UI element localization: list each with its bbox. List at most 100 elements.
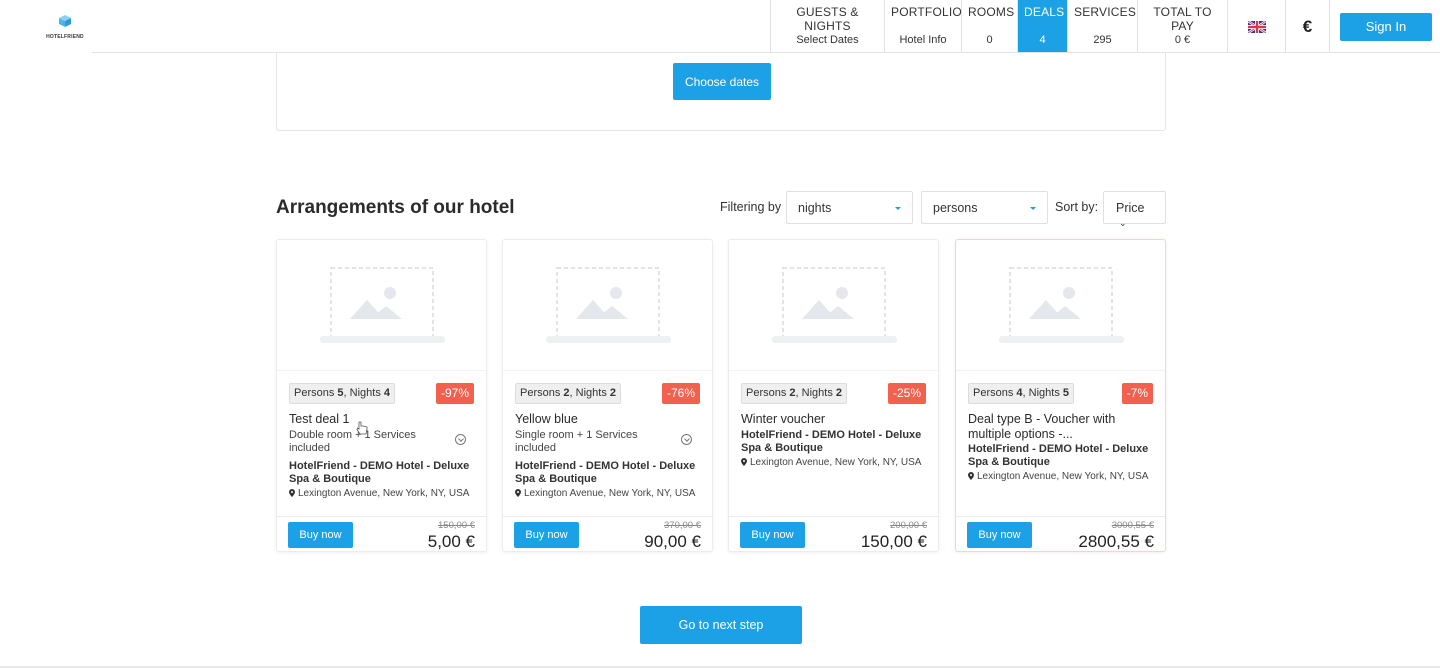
buy-now-button[interactable]: Buy now bbox=[514, 522, 579, 548]
discount-badge: -25% bbox=[887, 383, 926, 404]
deal-card[interactable]: Persons 2, Nights 2 -76% Yellow blue Sin… bbox=[502, 239, 713, 552]
deal-footer: Buy now 3000,55 € 2800,55 € bbox=[956, 516, 1165, 552]
deal-title[interactable]: Yellow blue bbox=[515, 412, 695, 427]
nav-label: SERVICES bbox=[1074, 5, 1137, 19]
deal-footer: Buy now 370,00 € 90,00 € bbox=[503, 516, 712, 552]
map-pin-icon bbox=[741, 458, 747, 466]
deal-title[interactable]: Winter voucher bbox=[741, 412, 921, 427]
sort-select-value: Price bbox=[1116, 201, 1145, 215]
nav-value: Hotel Info bbox=[899, 34, 947, 46]
old-price: 3000,55 € bbox=[1111, 520, 1154, 531]
nav-portfolio[interactable]: PORTFOLIO Hotel Info bbox=[884, 0, 962, 53]
hotel-name: HotelFriend - DEMO Hotel - Deluxe Spa & … bbox=[968, 443, 1149, 468]
nav-label: PORTFOLIO bbox=[891, 5, 962, 19]
map-pin-icon bbox=[515, 489, 521, 497]
expand-chevron-icon[interactable] bbox=[455, 434, 466, 445]
persons-filter-select[interactable]: persons bbox=[921, 191, 1048, 224]
map-pin-icon bbox=[968, 472, 974, 480]
persons-nights-tag: Persons 4, Nights 5 bbox=[968, 383, 1075, 404]
top-header: HOTELFRIEND GUESTS & NIGHTS Select Dates… bbox=[0, 0, 1440, 53]
deal-image-placeholder bbox=[503, 240, 712, 371]
nav-guests-nights[interactable]: GUESTS & NIGHTS Select Dates bbox=[770, 0, 884, 53]
hotel-name: HotelFriend - DEMO Hotel - Deluxe Spa & … bbox=[289, 460, 470, 485]
buy-now-button[interactable]: Buy now bbox=[740, 522, 805, 548]
old-price: 200,00 € bbox=[890, 520, 927, 531]
uk-flag-icon bbox=[1247, 20, 1266, 33]
filter-label: Filtering by bbox=[720, 200, 782, 214]
nights-select-value: nights bbox=[798, 201, 832, 215]
image-placeholder-icon bbox=[546, 267, 671, 343]
persons-nights-tag: Persons 2, Nights 2 bbox=[515, 383, 622, 404]
logo-text: HOTELFRIEND bbox=[46, 34, 84, 40]
chevron-down-icon: ⌄ bbox=[1119, 218, 1127, 228]
nav-value: 0 bbox=[986, 34, 993, 46]
deal-card[interactable]: Persons 5, Nights 4 -97% Test deal 1 Dou… bbox=[276, 239, 487, 552]
deal-footer: Buy now 200,00 € 150,00 € bbox=[729, 516, 938, 552]
deal-footer: Buy now 150,00 € 5,00 € bbox=[277, 516, 486, 552]
hotel-name: HotelFriend - DEMO Hotel - Deluxe Spa & … bbox=[515, 460, 696, 485]
expand-chevron-icon[interactable] bbox=[681, 434, 692, 445]
deal-title[interactable]: Test deal 1 bbox=[289, 412, 469, 427]
euro-icon: € bbox=[1302, 16, 1313, 36]
cube-logo-icon bbox=[59, 15, 71, 27]
nav-rooms[interactable]: ROOMS 0 bbox=[961, 0, 1017, 53]
nav-label: ROOMS bbox=[968, 5, 1015, 19]
image-placeholder-icon bbox=[320, 267, 445, 343]
nav-value: 0 € bbox=[1174, 34, 1191, 46]
deal-price: 5,00 € bbox=[427, 532, 475, 551]
nav-services[interactable]: SERVICES 295 bbox=[1067, 0, 1137, 53]
deal-price: 2800,55 € bbox=[1078, 532, 1154, 551]
currency-selector[interactable]: € bbox=[1285, 0, 1329, 53]
section-title: Arrangements of our hotel bbox=[276, 197, 515, 218]
discount-badge: -7% bbox=[1121, 383, 1153, 404]
nav-deals[interactable]: DEALS 4 bbox=[1017, 0, 1067, 53]
hand-cursor-icon bbox=[356, 421, 368, 435]
old-price: 150,00 € bbox=[438, 520, 475, 531]
sort-label: Sort by: bbox=[1055, 200, 1099, 214]
deal-image-placeholder bbox=[729, 240, 938, 371]
deal-description: Double room + 1 Services included bbox=[289, 429, 416, 454]
deal-price: 150,00 € bbox=[860, 532, 927, 551]
dates-panel: Choose dates bbox=[276, 53, 1166, 131]
hotel-address: Lexington Avenue, New York, NY, USA bbox=[968, 471, 1163, 483]
nav-label: GUESTS & NIGHTS bbox=[796, 5, 859, 33]
deal-card[interactable]: Persons 4, Nights 5 -7% Deal type B - Vo… bbox=[955, 239, 1166, 552]
caret-down-icon bbox=[1030, 207, 1036, 210]
discount-badge: -76% bbox=[661, 383, 700, 404]
image-placeholder-icon bbox=[772, 267, 897, 343]
caret-down-icon bbox=[895, 207, 901, 210]
discount-badge: -97% bbox=[435, 383, 474, 404]
nav-value: 295 bbox=[1093, 34, 1112, 46]
deal-title[interactable]: Deal type B - Voucher with multiple opti… bbox=[968, 412, 1148, 442]
hotel-name: HotelFriend - DEMO Hotel - Deluxe Spa & … bbox=[741, 429, 922, 454]
deal-image-placeholder bbox=[277, 240, 486, 371]
buy-now-button[interactable]: Buy now bbox=[288, 522, 353, 548]
hotel-address: Lexington Avenue, New York, NY, USA bbox=[515, 488, 710, 500]
hotel-address: Lexington Avenue, New York, NY, USA bbox=[289, 488, 484, 500]
map-pin-icon bbox=[289, 489, 295, 497]
hotelfriend-logo[interactable]: HOTELFRIEND bbox=[40, 14, 90, 42]
image-placeholder-icon bbox=[999, 267, 1124, 343]
booking-steps-nav: GUESTS & NIGHTS Select Dates PORTFOLIO H… bbox=[770, 0, 1440, 53]
nav-label: TOTAL TO PAY bbox=[1153, 5, 1212, 33]
nav-value: Select Dates bbox=[796, 34, 859, 46]
deal-price: 90,00 € bbox=[644, 532, 701, 551]
go-to-next-step-button[interactable]: Go to next step bbox=[640, 606, 802, 644]
nav-value: 4 bbox=[1039, 34, 1046, 46]
buy-now-button[interactable]: Buy now bbox=[967, 522, 1032, 548]
deal-description: Single room + 1 Services included bbox=[515, 429, 638, 454]
sign-in-button[interactable]: Sign In bbox=[1340, 12, 1432, 41]
nav-total-to-pay[interactable]: TOTAL TO PAY 0 € bbox=[1137, 0, 1227, 53]
signin-cell: Sign In bbox=[1329, 0, 1440, 53]
persons-nights-tag: Persons 5, Nights 4 bbox=[289, 383, 396, 404]
hotel-address: Lexington Avenue, New York, NY, USA bbox=[741, 457, 936, 469]
nights-filter-select[interactable]: nights bbox=[786, 191, 913, 224]
deal-card[interactable]: Persons 2, Nights 2 -25% Winter voucher … bbox=[728, 239, 939, 552]
nav-label: DEALS bbox=[1024, 5, 1065, 19]
deal-image-placeholder bbox=[956, 240, 1165, 371]
persons-nights-tag: Persons 2, Nights 2 bbox=[741, 383, 848, 404]
choose-dates-button[interactable]: Choose dates bbox=[673, 63, 771, 100]
sort-select[interactable]: Price ⌄ bbox=[1103, 191, 1166, 228]
language-selector[interactable] bbox=[1227, 0, 1285, 53]
old-price: 370,00 € bbox=[664, 520, 701, 531]
